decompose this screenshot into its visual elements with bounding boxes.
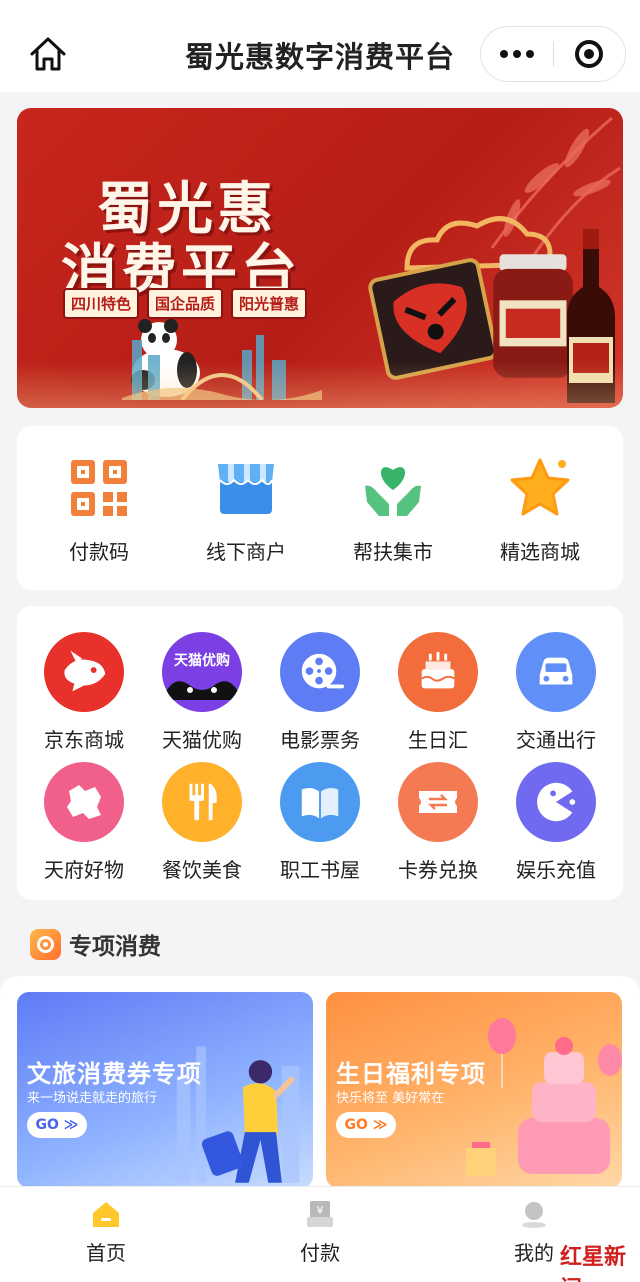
service-tianfu-goods[interactable]: 天府好物 <box>25 762 143 883</box>
banner-tags: 四川特色 国企品质 阳光普惠 <box>63 288 308 319</box>
banner-tag: 四川特色 <box>63 288 140 319</box>
service-label: 交通出行 <box>516 728 596 752</box>
tab-label: 付款 <box>300 1241 340 1265</box>
top-nav-bar: 蜀光惠数字消费平台 <box>0 0 640 92</box>
quick-item-selected-mall[interactable]: 精选商城 <box>480 456 600 565</box>
dot-icon <box>513 50 521 58</box>
film-reel-icon <box>280 632 360 712</box>
bottom-tab-bar: 首页 ¥ 付款 我的 红星新闻 <box>0 1186 640 1282</box>
promo-go-button[interactable]: GO ≫ <box>27 1112 87 1138</box>
quick-services-card: 付款码 线下商户 帮扶集市 精选商城 <box>17 426 623 590</box>
traveler-illustration-icon <box>176 1046 300 1183</box>
cake-balloons-illustration-icon <box>466 1018 622 1176</box>
quick-item-payment-code[interactable]: 付款码 <box>39 456 159 565</box>
service-coupon-exchange[interactable]: 卡券兑换 <box>379 762 497 883</box>
tmall-icon: 天猫优购 <box>162 632 242 712</box>
tmall-badge-text: 天猫优购 <box>174 653 230 669</box>
banner-tag: 国企品质 <box>147 288 224 319</box>
star-icon <box>510 458 570 516</box>
ticket-exchange-icon <box>398 762 478 842</box>
services-grid-card: 京东商城 天猫优购 天猫优购 电影票务 生日汇 交通出行 天府好物 餐饮美食 职… <box>17 606 623 900</box>
pacman-icon <box>516 762 596 842</box>
car-icon <box>516 632 596 712</box>
quick-item-label: 帮扶集市 <box>353 540 433 564</box>
tab-payment[interactable]: ¥ 付款 <box>270 1199 370 1266</box>
dot-icon <box>526 50 534 58</box>
service-jd-mall[interactable]: 京东商城 <box>25 632 143 753</box>
service-label: 娱乐充值 <box>516 858 596 882</box>
close-mini-program-button[interactable] <box>575 40 603 68</box>
more-menu-button[interactable] <box>481 27 553 81</box>
service-label: 餐饮美食 <box>162 858 242 882</box>
svg-text:¥: ¥ <box>317 1204 324 1217</box>
promo-title: 生日福利专项 <box>336 1060 486 1088</box>
promo-card-travel[interactable]: 文旅消费券专项 来一场说走就走的旅行 GO ≫ <box>17 992 313 1188</box>
quick-item-aid-market[interactable]: 帮扶集市 <box>333 456 453 565</box>
sichuan-map-icon <box>44 762 124 842</box>
service-label: 生日汇 <box>408 728 468 752</box>
service-birthday[interactable]: 生日汇 <box>379 632 497 753</box>
news-watermark: 红星新闻 <box>560 1244 627 1282</box>
target-icon <box>30 928 61 960</box>
service-label: 电影票务 <box>280 728 360 752</box>
service-label: 天府好物 <box>44 858 124 882</box>
service-entertainment-topup[interactable]: 娱乐充值 <box>497 762 615 883</box>
special-section-header: 专项消费 <box>30 928 161 960</box>
tab-home[interactable]: 首页 <box>56 1199 156 1266</box>
promo-banner[interactable]: 蜀光惠 消费平台 四川特色 国企品质 阳光普惠 <box>17 108 623 408</box>
promo-title: 文旅消费券专项 <box>27 1060 202 1088</box>
quick-item-label: 付款码 <box>69 540 129 564</box>
section-title: 专项消费 <box>69 934 161 960</box>
quick-item-label: 线下商户 <box>206 540 286 564</box>
special-promo-area: 文旅消费券专项 来一场说走就走的旅行 GO ≫ 生日福利专项 快乐将至 美好常在… <box>0 976 640 1188</box>
promo-go-button[interactable]: GO ≫ <box>336 1112 396 1138</box>
service-label: 京东商城 <box>44 728 124 752</box>
qr-code-icon <box>71 460 127 516</box>
quick-item-offline-merchants[interactable]: 线下商户 <box>186 456 306 565</box>
tab-label: 首页 <box>86 1241 126 1265</box>
quick-item-label: 精选商城 <box>500 540 580 564</box>
capsule-divider <box>553 41 554 67</box>
mini-program-capsule <box>480 26 626 82</box>
service-staff-library[interactable]: 职工书屋 <box>261 762 379 883</box>
birthday-cake-icon <box>398 632 478 712</box>
service-transport[interactable]: 交通出行 <box>497 632 615 753</box>
service-tmall[interactable]: 天猫优购 天猫优购 <box>143 632 261 753</box>
service-label: 天猫优购 <box>162 728 242 752</box>
promo-subtitle: 来一场说走就走的旅行 <box>27 1091 158 1106</box>
home-tab-icon <box>93 1202 119 1227</box>
promo-card-birthday[interactable]: 生日福利专项 快乐将至 美好常在 GO ≫ <box>326 992 622 1188</box>
payment-tab-icon: ¥ <box>307 1201 333 1227</box>
promo-subtitle: 快乐将至 美好常在 <box>336 1091 445 1106</box>
jd-dog-icon <box>44 632 124 712</box>
heart-hands-icon <box>365 467 421 516</box>
service-label: 卡券兑换 <box>398 858 478 882</box>
fork-knife-icon <box>162 762 242 842</box>
profile-tab-icon <box>522 1202 546 1228</box>
banner-tag: 阳光普惠 <box>231 288 308 319</box>
dot-icon <box>500 50 508 58</box>
service-dining[interactable]: 餐饮美食 <box>143 762 261 883</box>
banner-bottom-decoration <box>17 362 623 408</box>
service-movie-tickets[interactable]: 电影票务 <box>261 632 379 753</box>
service-label: 职工书屋 <box>280 858 360 882</box>
book-icon <box>280 762 360 842</box>
storefront-icon <box>218 464 274 514</box>
